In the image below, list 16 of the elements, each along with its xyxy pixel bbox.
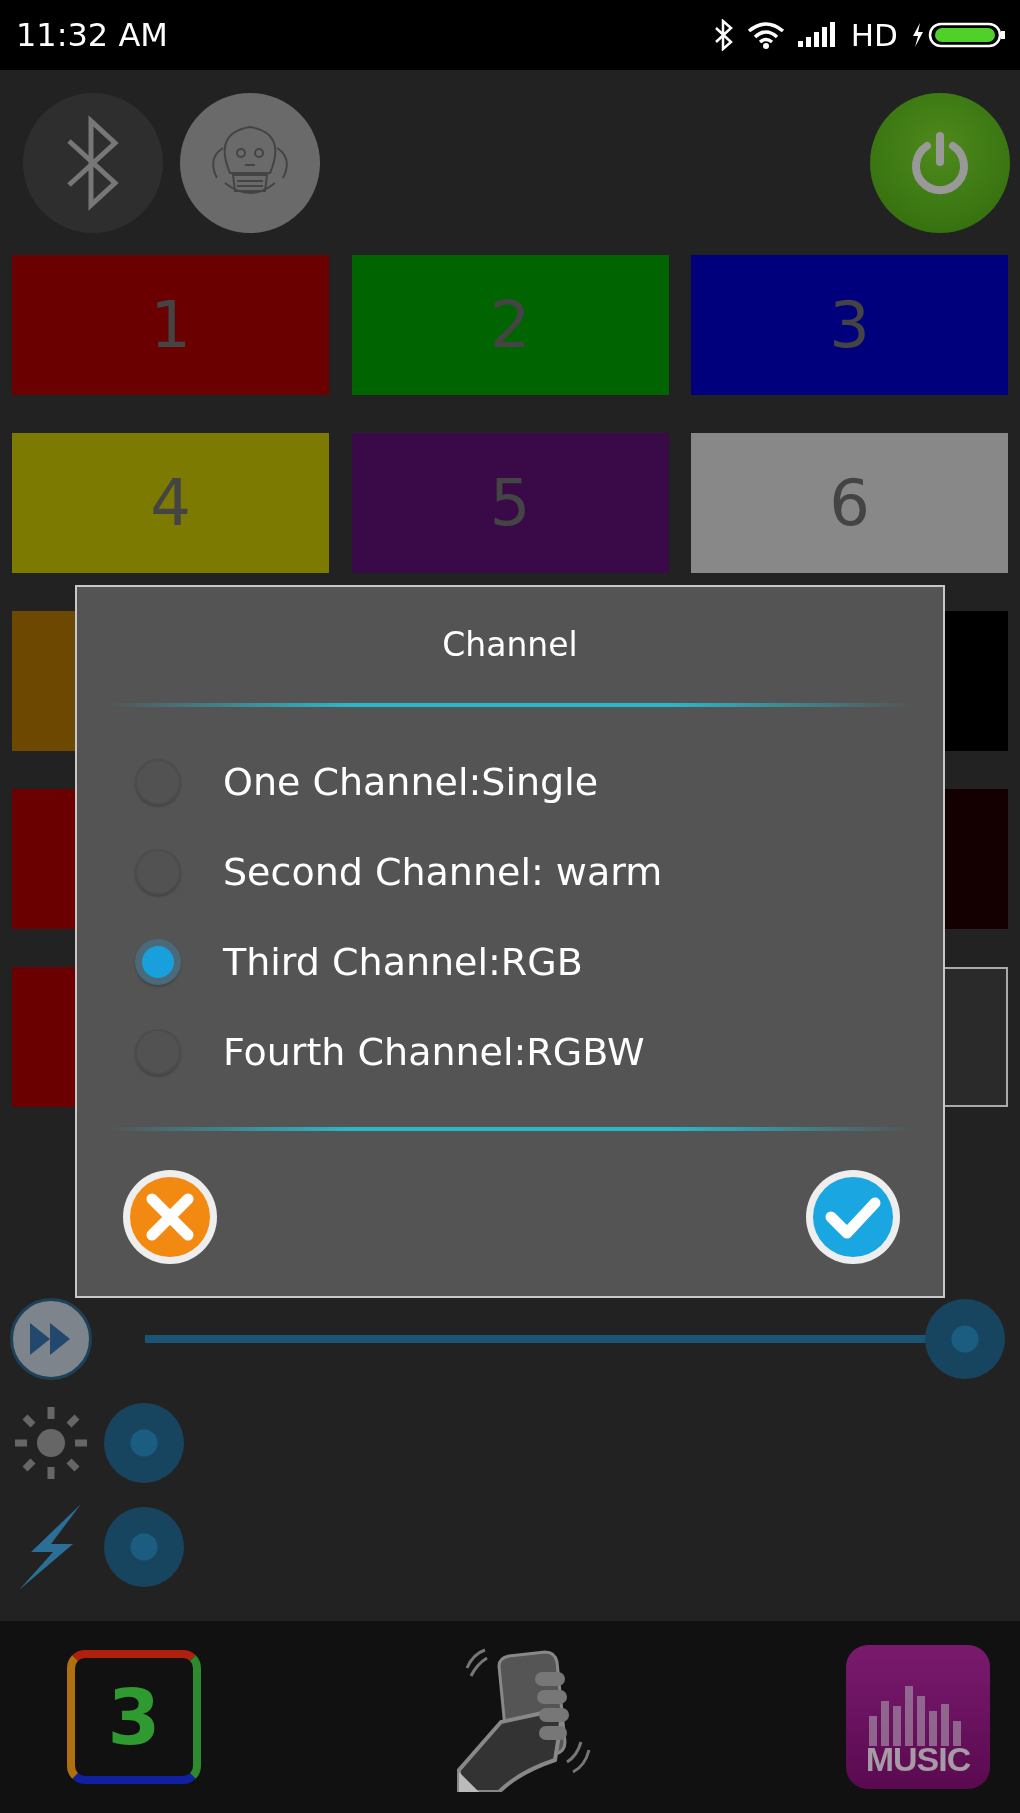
channel-option[interactable]: One Channel:Single	[135, 737, 943, 827]
dialog-title: Channel	[441, 625, 579, 666]
channel-option[interactable]: Second Channel: warm	[135, 827, 943, 917]
channel-button[interactable]: 3	[67, 1650, 201, 1784]
radio-button[interactable]	[135, 939, 181, 985]
color-tile[interactable]: 6	[691, 433, 1008, 573]
wifi-icon	[746, 21, 785, 49]
music-button[interactable]: MUSIC	[846, 1645, 990, 1789]
status-time: 11:32 AM	[16, 16, 168, 54]
channel-option[interactable]: Fourth Channel:RGBW	[135, 1007, 943, 1097]
charging-battery-icon	[910, 21, 1006, 49]
slider[interactable]	[145, 1297, 1005, 1381]
cancel-button[interactable]	[120, 1167, 220, 1267]
confirm-button[interactable]	[803, 1167, 903, 1267]
channel-option[interactable]: Third Channel:RGB	[135, 917, 943, 1007]
network-type: HD	[850, 17, 898, 53]
